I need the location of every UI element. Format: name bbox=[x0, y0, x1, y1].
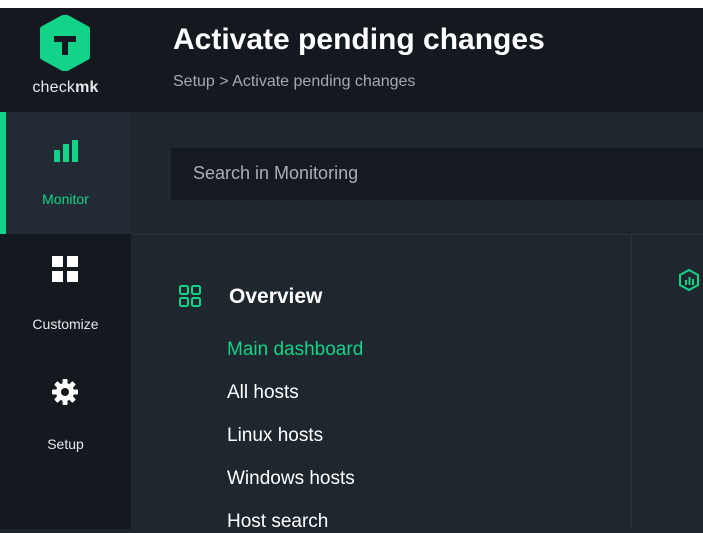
menu-item-linux-hosts[interactable]: Linux hosts bbox=[227, 425, 323, 447]
search-row: Search in Monitoring bbox=[131, 112, 703, 235]
search-input[interactable]: Search in Monitoring bbox=[171, 148, 703, 200]
sidebar-item-monitor[interactable]: Monitor bbox=[0, 112, 131, 234]
sidebar-item-label: Monitor bbox=[42, 191, 89, 207]
overview-title: Overview bbox=[229, 285, 323, 308]
overview-section: Overview Main dashboard All hosts Linux … bbox=[131, 235, 632, 532]
main-sidebar: checkmk Monitor Customize Setup bbox=[0, 8, 131, 529]
active-indicator bbox=[0, 112, 6, 234]
breadcrumb[interactable]: Setup > Activate pending changes bbox=[173, 73, 415, 91]
sidebar-item-customize[interactable]: Customize bbox=[0, 242, 131, 352]
checkmk-logo-icon bbox=[40, 15, 90, 71]
hexagon-chart-icon bbox=[679, 269, 699, 291]
overview-grid-icon bbox=[179, 285, 201, 307]
logo[interactable]: checkmk bbox=[0, 8, 131, 112]
search-placeholder: Search in Monitoring bbox=[193, 163, 359, 183]
page-header: Activate pending changes Setup > Activat… bbox=[131, 8, 703, 112]
menu-item-main-dashboard[interactable]: Main dashboard bbox=[227, 339, 363, 361]
menu-item-all-hosts[interactable]: All hosts bbox=[227, 382, 299, 404]
bar-chart-icon bbox=[54, 140, 78, 162]
top-frame bbox=[0, 0, 703, 8]
logo-text: checkmk bbox=[32, 79, 99, 96]
menu-item-host-search[interactable]: Host search bbox=[227, 511, 328, 533]
gear-icon bbox=[52, 379, 78, 405]
page-title: Activate pending changes bbox=[173, 23, 545, 56]
sidebar-item-setup[interactable]: Setup bbox=[0, 362, 131, 472]
sidebar-item-label: Setup bbox=[47, 436, 84, 452]
sidebar-item-label: Customize bbox=[32, 316, 99, 332]
monitor-menu: Search in Monitoring Overview Main dashb… bbox=[131, 112, 703, 532]
menu-item-windows-hosts[interactable]: Windows hosts bbox=[227, 468, 355, 490]
grid-icon bbox=[52, 256, 78, 282]
